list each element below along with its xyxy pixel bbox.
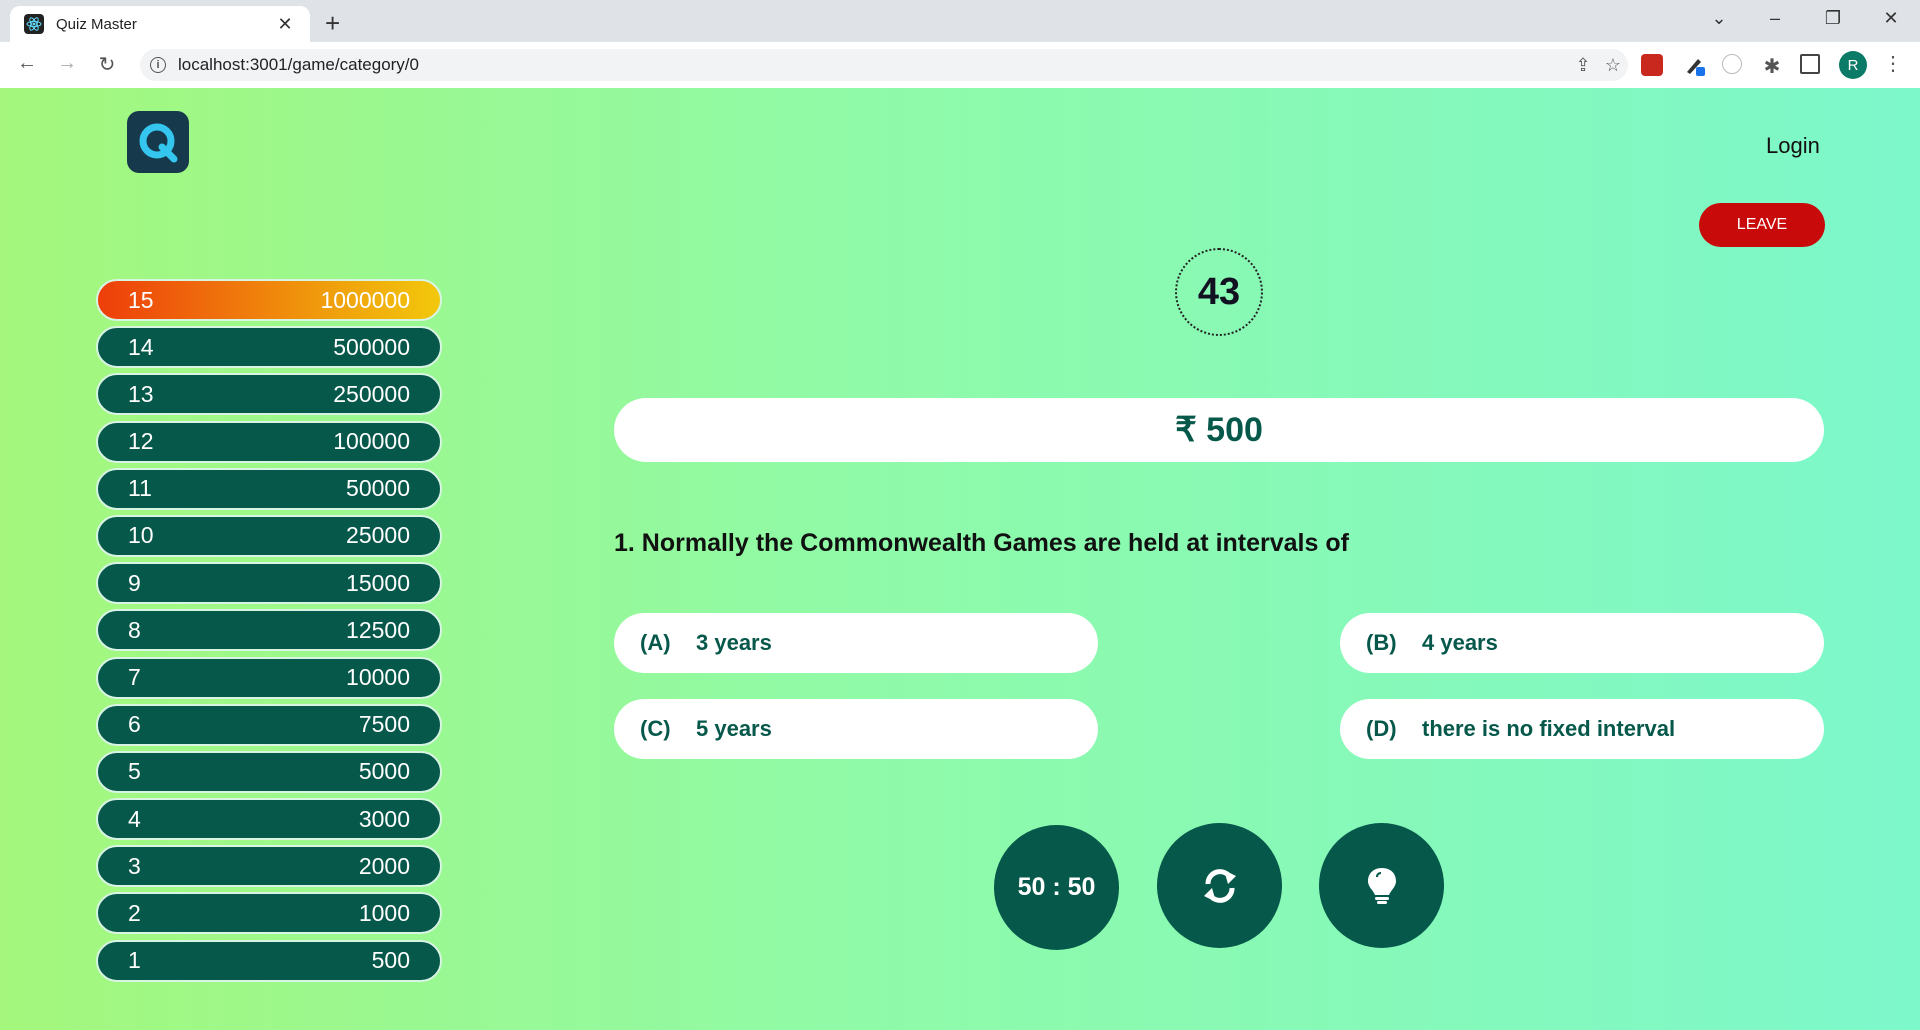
- current-prize: ₹ 500: [614, 398, 1824, 462]
- login-link[interactable]: Login: [1766, 133, 1820, 159]
- extension-red-icon[interactable]: [1641, 54, 1663, 76]
- ladder-rung: 6 7500: [96, 703, 442, 746]
- ladder-amount: 1000: [358, 899, 410, 926]
- option-text: 3 years: [696, 630, 772, 655]
- option-text: there is no fixed interval: [1422, 716, 1676, 741]
- ladder-rung: 3 2000: [96, 845, 442, 888]
- ladder-level: 9: [128, 569, 141, 596]
- ladder-rung: 14 500000: [96, 326, 442, 369]
- ladder-rung: 15 1000000: [96, 279, 442, 321]
- option-letter: (B): [1366, 630, 1397, 655]
- extension-round-icon[interactable]: [1722, 54, 1742, 74]
- ladder-rung: 13 250000: [96, 373, 442, 416]
- url-text[interactable]: localhost:3001/game/category/0: [178, 55, 1568, 75]
- extensions-puzzle-icon[interactable]: ✱: [1761, 54, 1783, 78]
- browser-menu-icon[interactable]: ⋮: [1883, 51, 1903, 76]
- ladder-level: 15: [128, 286, 154, 313]
- ladder-level: 3: [128, 852, 141, 879]
- tab-title: Quiz Master: [56, 15, 137, 33]
- ladder-rung: 7 10000: [96, 656, 442, 699]
- ladder-amount: 250000: [333, 380, 410, 407]
- ladder-amount: 7500: [358, 711, 410, 738]
- hint-lifeline-button[interactable]: [1319, 823, 1444, 948]
- ladder-amount: 3000: [358, 805, 410, 832]
- ladder-amount: 1000000: [320, 286, 410, 313]
- back-arrow-icon[interactable]: ←: [14, 52, 40, 75]
- ladder-level: 8: [128, 616, 141, 643]
- forward-arrow-icon[interactable]: →: [54, 52, 80, 75]
- ladder-level: 4: [128, 805, 141, 832]
- ladder-rung: 8 12500: [96, 609, 442, 652]
- ladder-level: 5: [128, 758, 141, 785]
- option-letter: (D): [1366, 716, 1397, 741]
- swap-question-lifeline-button[interactable]: [1157, 823, 1282, 948]
- ladder-amount: 5000: [358, 758, 410, 785]
- reload-icon[interactable]: ↻: [94, 52, 120, 77]
- option-letter: (C): [640, 716, 671, 741]
- ladder-amount: 12500: [346, 616, 410, 643]
- ladder-amount: 100000: [333, 428, 410, 455]
- option-a-button[interactable]: (A) 3 years: [614, 613, 1098, 673]
- ladder-level: 11: [128, 475, 152, 502]
- minimize-icon[interactable]: –: [1760, 8, 1790, 29]
- refresh-icon: [1203, 868, 1236, 903]
- share-icon[interactable]: ⇪: [1568, 55, 1598, 76]
- ladder-amount: 500: [371, 947, 410, 974]
- ladder-rung: 2 1000: [96, 892, 442, 935]
- restore-icon[interactable]: ❐: [1818, 8, 1848, 29]
- browser-tab[interactable]: Quiz Master ✕: [10, 6, 310, 42]
- quiz-master-logo[interactable]: [127, 111, 189, 173]
- money-ladder: 15 1000000 14 500000 13 250000 12 100000 11 50000…: [96, 279, 442, 987]
- ladder-amount: 2000: [358, 852, 410, 879]
- close-window-icon[interactable]: ✕: [1876, 8, 1906, 29]
- ladder-rung: 4 3000: [96, 798, 442, 841]
- ladder-rung: 10 25000: [96, 514, 442, 557]
- browser-tab-strip: Quiz Master ✕ + ⌄ – ❐ ✕: [0, 0, 1920, 42]
- address-bar[interactable]: i localhost:3001/game/category/0 ⇪ ☆: [140, 49, 1628, 81]
- option-text: 4 years: [1422, 630, 1498, 655]
- new-tab-button[interactable]: +: [325, 8, 340, 39]
- ladder-amount: 25000: [346, 522, 410, 549]
- option-letter: (A): [640, 630, 671, 655]
- option-c-button[interactable]: (C) 5 years: [614, 699, 1098, 759]
- option-d-button[interactable]: (D) there is no fixed interval: [1340, 699, 1824, 759]
- ladder-rung: 9 15000: [96, 562, 442, 605]
- ladder-level: 2: [128, 899, 141, 926]
- option-b-button[interactable]: (B) 4 years: [1340, 613, 1824, 673]
- react-favicon-icon: [24, 14, 44, 34]
- game-page: Login LEAVE 15 1000000 14 500000 13 250000 12 1…: [0, 88, 1920, 1030]
- side-panel-icon[interactable]: [1800, 54, 1820, 74]
- fifty-fifty-lifeline-button[interactable]: 50 : 50: [994, 825, 1119, 950]
- ladder-amount: 50000: [346, 475, 410, 502]
- lightbulb-icon: [1367, 867, 1396, 904]
- ladder-level: 6: [128, 711, 141, 738]
- ladder-level: 13: [128, 380, 154, 407]
- ladder-rung: 1 500: [96, 939, 442, 982]
- option-text: 5 years: [696, 716, 772, 741]
- ladder-level: 1: [128, 947, 141, 974]
- ladder-level: 12: [128, 428, 154, 455]
- site-info-icon[interactable]: i: [150, 57, 166, 73]
- ladder-level: 14: [128, 333, 154, 360]
- ladder-amount: 15000: [346, 569, 410, 596]
- ladder-level: 7: [128, 664, 141, 690]
- question-text: 1. Normally the Commonwealth Games are h…: [614, 529, 1349, 557]
- ladder-amount: 10000: [346, 664, 410, 690]
- ladder-level: 10: [128, 522, 154, 549]
- logo-q-icon: [139, 123, 178, 163]
- countdown-timer: 43: [1175, 248, 1263, 336]
- profile-avatar[interactable]: R: [1839, 51, 1867, 79]
- browser-toolbar: ← → ↻ i localhost:3001/game/category/0 ⇪…: [0, 42, 1920, 89]
- bookmark-star-icon[interactable]: ☆: [1598, 55, 1628, 76]
- ladder-rung: 12 100000: [96, 420, 442, 463]
- leave-button[interactable]: LEAVE: [1699, 203, 1825, 247]
- extension-pen-icon[interactable]: [1684, 54, 1706, 76]
- ladder-rung: 11 50000: [96, 467, 442, 510]
- tab-close-icon[interactable]: ✕: [274, 14, 296, 35]
- ladder-rung: 5 5000: [96, 750, 442, 793]
- ladder-amount: 500000: [333, 333, 410, 360]
- tab-search-chevron-icon[interactable]: ⌄: [1704, 8, 1734, 29]
